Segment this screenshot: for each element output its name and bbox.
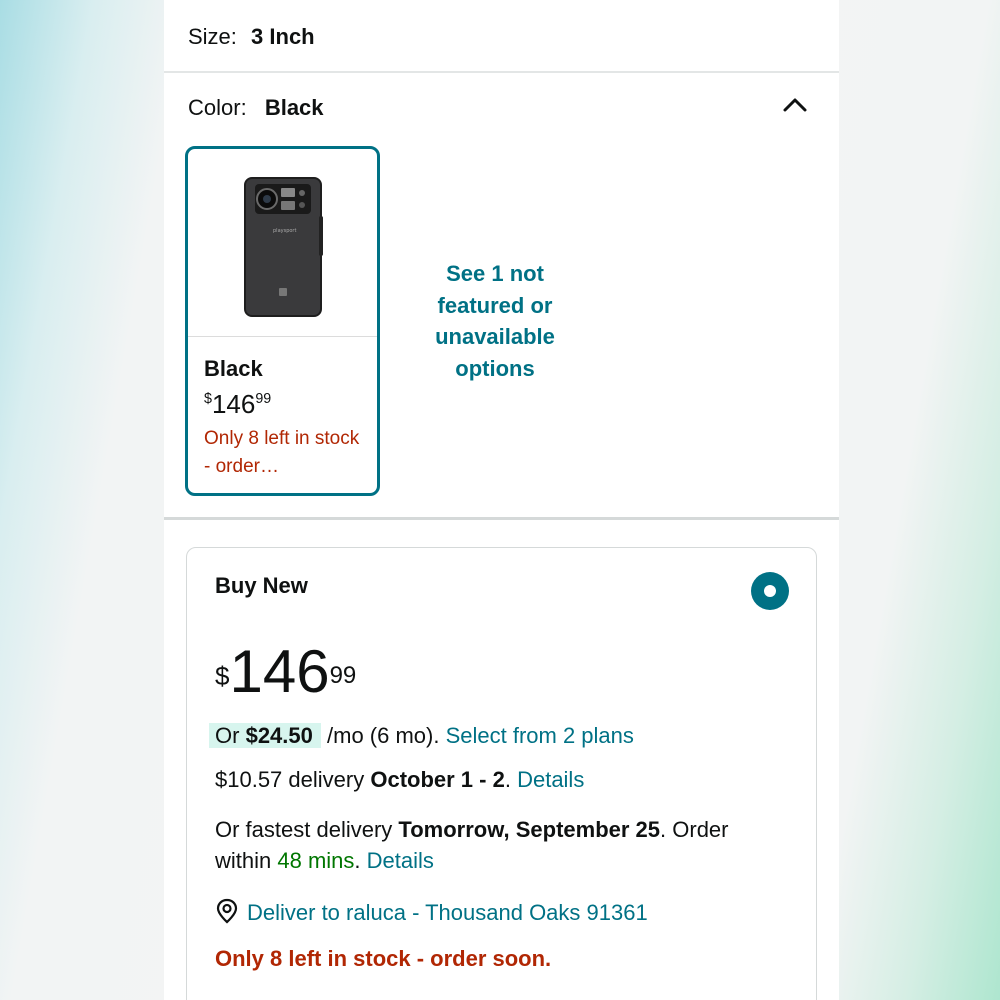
monthly-highlight: Or $24.50: [209, 723, 321, 748]
countdown-time: 48 mins: [277, 848, 355, 873]
buy-new-box[interactable]: Buy New $14699 Or $24.50 /mo (6 mo). Sel…: [186, 547, 817, 1000]
delivery-details-link[interactable]: Details: [517, 767, 584, 792]
product-thumbnail: playsport: [188, 149, 377, 337]
color-value: Black: [264, 95, 324, 120]
color-header[interactable]: Color: Black: [188, 95, 324, 121]
product-options-panel: Size: 3 Inch Color: Black playsport Blac…: [164, 0, 839, 1000]
monthly-payment-line: Or $24.50 /mo (6 mo). Select from 2 plan…: [209, 720, 634, 751]
swatch-stock-text: Only 8 left in stock - order…: [204, 428, 360, 477]
color-swatch-black[interactable]: playsport Black $14699 Only 8 left in st…: [185, 146, 380, 496]
see-unavailable-options-link[interactable]: See 1 not featured or unavailable option…: [420, 258, 570, 384]
size-label: Size:: [188, 24, 237, 49]
swatch-price: $14699: [204, 389, 272, 419]
swatch-name: Black: [204, 356, 263, 381]
location-pin-icon: [216, 898, 238, 924]
fastest-details-link[interactable]: Details: [367, 848, 434, 873]
buy-new-price: $14699: [215, 638, 357, 705]
camera-image: playsport: [244, 177, 323, 317]
monthly-terms: /mo (6 mo).: [327, 723, 440, 748]
size-selector[interactable]: Size: 3 Inch: [164, 0, 839, 73]
delivery-line: $10.57 delivery October 1 - 2. Details: [215, 767, 585, 792]
stock-notice: Only 8 left in stock - order soon.: [215, 946, 552, 971]
svg-text:playsport: playsport: [273, 228, 296, 234]
buy-new-radio[interactable]: [751, 572, 789, 610]
size-value: 3 Inch: [251, 24, 315, 49]
select-plans-link[interactable]: Select from 2 plans: [446, 723, 634, 748]
chevron-up-icon[interactable]: [782, 92, 808, 118]
buy-new-title: Buy New: [215, 573, 308, 598]
deliver-to-link[interactable]: Deliver to raluca - Thousand Oaks 91361: [215, 897, 648, 928]
fastest-delivery-line: Or fastest delivery Tomorrow, September …: [215, 817, 729, 873]
deliver-to-text: Deliver to raluca - Thousand Oaks 91361: [247, 900, 648, 925]
section-divider: [164, 517, 839, 520]
color-label: Color:: [188, 95, 247, 120]
